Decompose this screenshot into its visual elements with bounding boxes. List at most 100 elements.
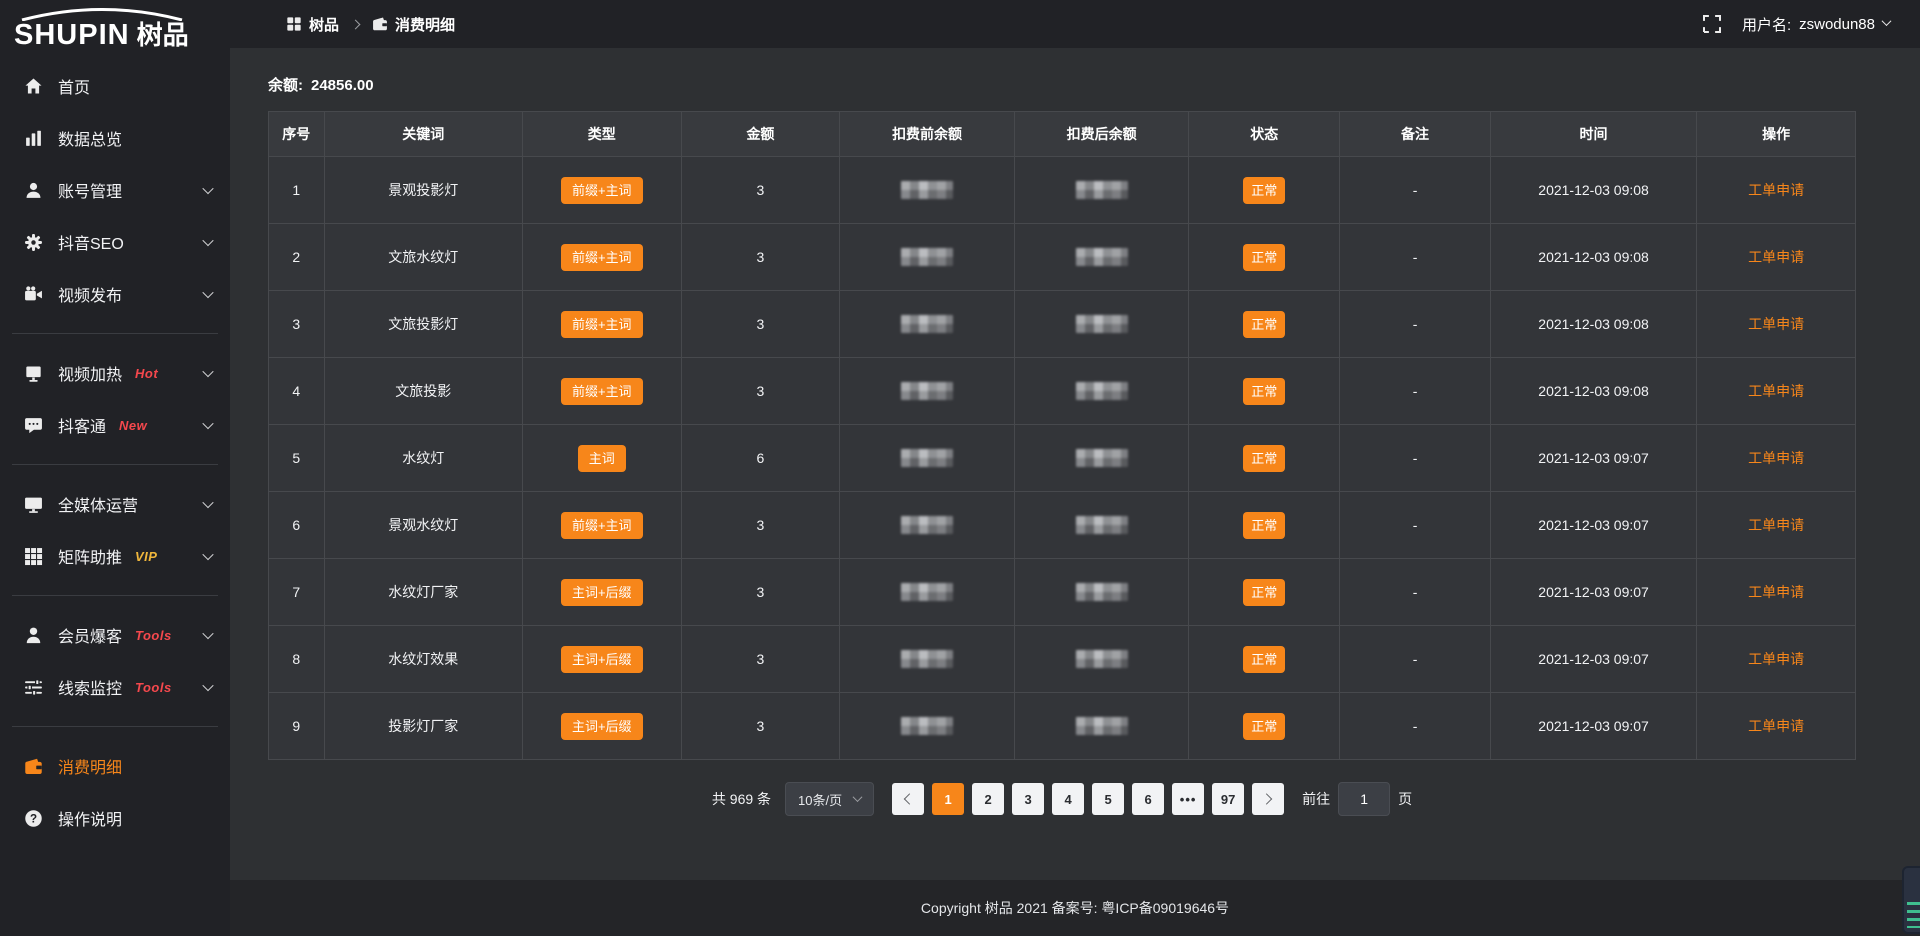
work-order-link[interactable]: 工单申请 [1748, 517, 1804, 533]
page-button-6[interactable]: 6 [1132, 783, 1164, 815]
masked-balance-after [1076, 650, 1128, 668]
breadcrumb-item-1[interactable]: 消费明细 [372, 14, 455, 35]
goto-page-input[interactable] [1338, 782, 1390, 816]
breadcrumb-label: 消费明细 [395, 14, 455, 35]
svg-text:?: ? [30, 812, 37, 825]
cell-index: 9 [269, 693, 325, 760]
sidebar-item-16[interactable]: ?操作说明 [0, 792, 230, 844]
page-button-5[interactable]: 5 [1092, 783, 1124, 815]
table-row: 9投影灯厂家主词+后缀3正常-2021-12-03 09:07工单申请 [269, 693, 1856, 760]
column-header: 关键词 [324, 112, 522, 157]
sidebar-item-7[interactable]: 抖客通New [0, 399, 230, 451]
status-tag: 正常 [1243, 244, 1285, 271]
cell-amount: 3 [681, 224, 840, 291]
cell-remark: - [1340, 358, 1491, 425]
sidebar-item-badge: VIP [135, 549, 157, 564]
user-menu[interactable]: 用户名: zswodun88 [1742, 14, 1890, 35]
page-button-97[interactable]: 97 [1212, 783, 1244, 815]
page-button-4[interactable]: 4 [1052, 783, 1084, 815]
masked-balance-after [1076, 181, 1128, 199]
more-pages-button[interactable]: ••• [1172, 783, 1204, 815]
cell-status: 正常 [1189, 492, 1340, 559]
sidebar-item-10[interactable]: 矩阵助推VIP [0, 530, 230, 582]
cell-balance-after [1014, 693, 1189, 760]
sidebar: SHUPIN 树品 首页数据总览账号管理抖音SEO视频发布视频加热Hot抖客通N… [0, 0, 230, 936]
cell-remark: - [1340, 559, 1491, 626]
work-order-link[interactable]: 工单申请 [1748, 718, 1804, 734]
work-order-link[interactable]: 工单申请 [1748, 651, 1804, 667]
floating-service-widget[interactable] [1902, 866, 1920, 934]
page-button-3[interactable]: 3 [1012, 783, 1044, 815]
masked-balance-before [901, 382, 953, 400]
sidebar-item-4[interactable]: 视频发布 [0, 268, 230, 320]
cell-balance-after [1014, 626, 1189, 693]
breadcrumb-item-0[interactable]: 树品 [286, 14, 339, 35]
bar-chart-icon [24, 129, 43, 148]
sidebar-item-12[interactable]: 会员爆客Tools [0, 609, 230, 661]
work-order-link[interactable]: 工单申请 [1748, 249, 1804, 265]
prev-page-button[interactable] [892, 783, 924, 815]
username: zswodun88 [1799, 16, 1875, 33]
cell-index: 5 [269, 425, 325, 492]
work-order-link[interactable]: 工单申请 [1748, 584, 1804, 600]
masked-balance-after [1076, 382, 1128, 400]
goto-label: 前往 [1302, 789, 1330, 809]
cell-type: 主词+后缀 [522, 626, 681, 693]
cell-balance-after [1014, 224, 1189, 291]
work-order-link[interactable]: 工单申请 [1748, 182, 1804, 198]
status-tag: 正常 [1243, 512, 1285, 539]
masked-balance-before [901, 583, 953, 601]
sidebar-item-3[interactable]: 抖音SEO [0, 216, 230, 268]
sidebar-item-13[interactable]: 线索监控Tools [0, 661, 230, 713]
column-header: 操作 [1697, 112, 1856, 157]
sidebar-item-9[interactable]: 全媒体运营 [0, 478, 230, 530]
status-tag: 正常 [1243, 713, 1285, 740]
wallet-icon [372, 16, 388, 32]
cell-time: 2021-12-03 09:08 [1490, 157, 1696, 224]
cell-remark: - [1340, 626, 1491, 693]
chevron-down-icon [853, 792, 863, 802]
work-order-link[interactable]: 工单申请 [1748, 383, 1804, 399]
cell-index: 1 [269, 157, 325, 224]
work-order-link[interactable]: 工单申请 [1748, 450, 1804, 466]
chevron-down-icon [204, 290, 212, 298]
sidebar-item-label: 消费明细 [58, 754, 122, 778]
logo[interactable]: SHUPIN 树品 [0, 0, 230, 54]
table-header-row: 序号关键词类型金额扣费前余额扣费后余额状态备注时间操作 [269, 112, 1856, 157]
widget-stripes [1907, 902, 1920, 928]
cell-action: 工单申请 [1697, 358, 1856, 425]
sidebar-item-2[interactable]: 账号管理 [0, 164, 230, 216]
topbar: 树品 消费明细 用户名: zswodun88 [230, 0, 1920, 48]
sidebar-item-15[interactable]: 消费明细 [0, 740, 230, 792]
cell-time: 2021-12-03 09:07 [1490, 626, 1696, 693]
sidebar-item-6[interactable]: 视频加热Hot [0, 347, 230, 399]
monitor-icon [24, 495, 43, 514]
video-camera-icon [24, 285, 43, 304]
column-header: 备注 [1340, 112, 1491, 157]
sidebar-item-label: 会员爆客 [58, 623, 122, 647]
sidebar-item-1[interactable]: 数据总览 [0, 112, 230, 164]
page-button-1[interactable]: 1 [932, 783, 964, 815]
footer: Copyright 树品 2021 备案号: 粤ICP备09019646号 [230, 880, 1920, 936]
fullscreen-icon[interactable] [1702, 14, 1722, 34]
sidebar-item-0[interactable]: 首页 [0, 60, 230, 112]
chevron-down-icon [1882, 16, 1892, 26]
chevron-down-icon [204, 186, 212, 194]
work-order-link[interactable]: 工单申请 [1748, 316, 1804, 332]
cell-balance-before [840, 425, 1015, 492]
next-page-button[interactable] [1252, 783, 1284, 815]
cell-balance-before [840, 559, 1015, 626]
chevron-left-icon [904, 793, 915, 804]
cell-action: 工单申请 [1697, 626, 1856, 693]
chevron-down-icon [204, 369, 212, 377]
cell-status: 正常 [1189, 358, 1340, 425]
page-button-2[interactable]: 2 [972, 783, 1004, 815]
cell-keyword: 水纹灯效果 [324, 626, 522, 693]
cell-remark: - [1340, 425, 1491, 492]
logo-text-cn: 树品 [137, 15, 189, 52]
masked-balance-after [1076, 315, 1128, 333]
chat-icon [24, 416, 43, 435]
cell-amount: 3 [681, 693, 840, 760]
cell-status: 正常 [1189, 224, 1340, 291]
page-size-select[interactable]: 10条/页 [785, 782, 874, 816]
